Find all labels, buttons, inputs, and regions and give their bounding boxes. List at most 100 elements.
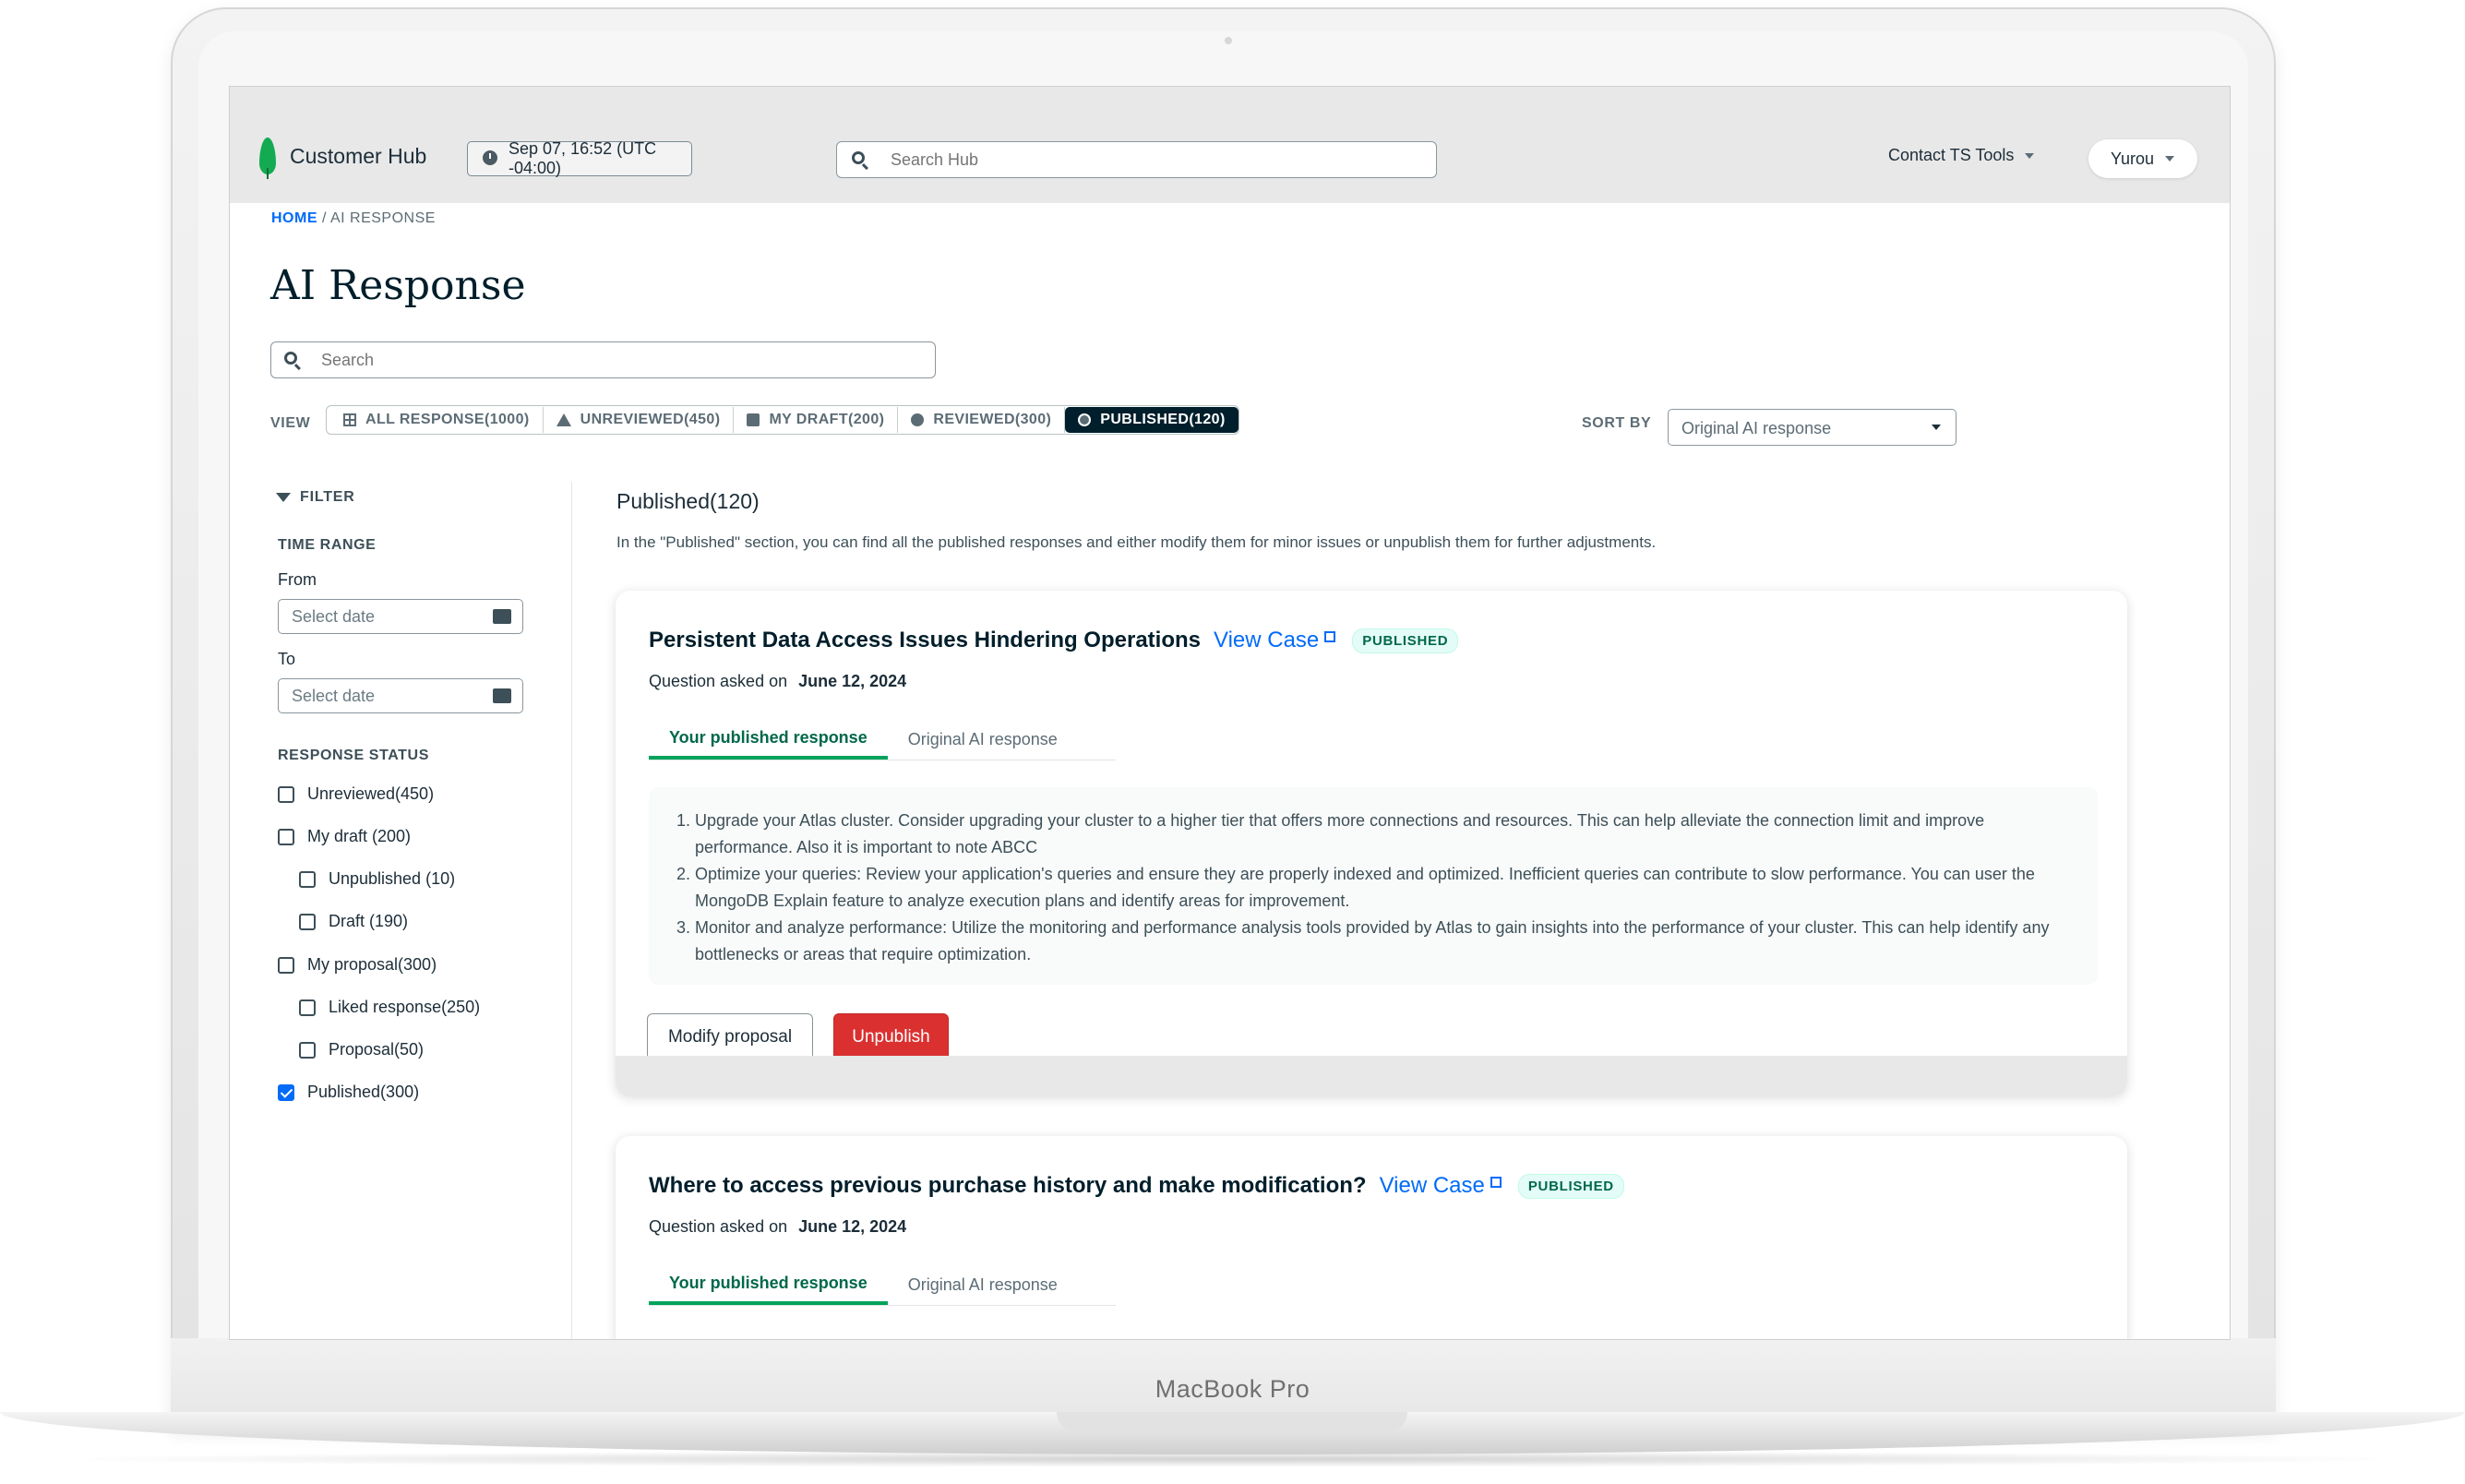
datetime-text: Sep 07, 16:52 (UTC -04:00) xyxy=(509,139,657,177)
page-title: AI Response xyxy=(270,262,526,309)
tab-all-response[interactable]: ALL RESPONSE(1000) xyxy=(330,407,544,433)
brand-name[interactable]: Customer Hub xyxy=(290,144,426,169)
answer-box: Upgrade your Atlas cluster. Consider upg… xyxy=(649,787,2098,985)
breadcrumb-current: AI RESPONSE xyxy=(329,210,436,226)
response-status-heading: RESPONSE STATUS xyxy=(278,748,429,763)
tab-original-ai-response[interactable]: Original AI response xyxy=(888,719,1078,760)
calendar-icon[interactable] xyxy=(493,688,511,703)
card-title-text: Where to access previous purchase histor… xyxy=(649,1173,1367,1198)
check-circle-icon xyxy=(911,413,925,426)
breadcrumb-home[interactable]: HOME xyxy=(271,210,317,226)
checkbox[interactable] xyxy=(278,828,294,845)
chevron-down-icon xyxy=(2025,153,2035,160)
breadcrumb-separator: / xyxy=(321,210,327,226)
card-title-text: Persistent Data Access Issues Hindering … xyxy=(649,628,1201,652)
sort-label: SORT BY xyxy=(1582,415,1652,431)
contact-menu-label: Contact TS Tools xyxy=(1888,146,2015,164)
modify-proposal-button[interactable]: Modify proposal xyxy=(647,1013,813,1061)
tab-published[interactable]: PUBLISHED(120) xyxy=(1065,407,1238,433)
view-case-link[interactable]: View Case xyxy=(1214,628,1336,652)
tab-label: MY DRAFT(200) xyxy=(769,412,885,427)
checkbox-label: Liked response(250) xyxy=(329,998,481,1016)
clock-icon xyxy=(483,150,497,165)
draft-icon xyxy=(747,413,760,426)
response-tabs: Your published response Original AI resp… xyxy=(649,1264,1116,1306)
page-search-input[interactable] xyxy=(319,350,855,371)
user-name: Yurou xyxy=(2111,149,2155,168)
tab-your-published-response[interactable]: Your published response xyxy=(649,719,888,760)
hub-search-input[interactable] xyxy=(889,150,1372,171)
tab-your-published-response[interactable]: Your published response xyxy=(649,1264,888,1305)
answer-item: Monitor and analyze performance: Utilize… xyxy=(695,915,2070,968)
card-footer xyxy=(616,1056,2127,1096)
checkbox[interactable] xyxy=(299,913,316,930)
checkbox-checked[interactable] xyxy=(278,1083,294,1101)
tab-label: ALL RESPONSE(1000) xyxy=(365,412,530,427)
status-checkbox-published[interactable]: Published(300) xyxy=(278,1083,419,1102)
contact-menu[interactable]: Contact TS Tools xyxy=(1888,146,2035,165)
to-date-input[interactable]: Select date xyxy=(278,678,523,713)
status-checkbox-my-draft[interactable]: My draft (200) xyxy=(278,827,411,846)
status-checkbox-liked-response[interactable]: Liked response(250) xyxy=(299,998,480,1017)
answer-list: Upgrade your Atlas cluster. Consider upg… xyxy=(664,808,2070,968)
top-header: Customer Hub Sep 07, 16:52 (UTC -04:00) … xyxy=(230,87,2230,203)
laptop-notch xyxy=(1057,1412,1407,1432)
to-date-placeholder: Select date xyxy=(292,687,376,705)
filter-icon xyxy=(276,492,291,502)
view-case-link[interactable]: View Case xyxy=(1380,1173,1502,1198)
checkbox[interactable] xyxy=(299,870,316,888)
from-date-input[interactable]: Select date xyxy=(278,599,523,634)
checkbox[interactable] xyxy=(299,1041,316,1059)
asked-date: June 12, 2024 xyxy=(798,1217,907,1236)
sort-select[interactable]: Original AI response xyxy=(1668,409,1956,446)
breadcrumb: HOME / AI RESPONSE xyxy=(271,210,436,227)
checkbox-label: My draft (200) xyxy=(307,827,412,845)
tab-unreviewed[interactable]: UNREVIEWED(450) xyxy=(544,407,735,433)
external-link-icon xyxy=(1490,1177,1502,1188)
card-title: Persistent Data Access Issues Hindering … xyxy=(649,628,1459,654)
page-search-box[interactable] xyxy=(270,341,936,378)
user-menu[interactable]: Yurou xyxy=(2088,139,2197,178)
checkbox[interactable] xyxy=(278,785,294,803)
tab-label: PUBLISHED(120) xyxy=(1100,412,1226,427)
grid-icon xyxy=(343,413,356,426)
tab-reviewed[interactable]: REVIEWED(300) xyxy=(898,407,1066,433)
unpublish-button[interactable]: Unpublish xyxy=(833,1013,949,1061)
checkbox[interactable] xyxy=(299,999,316,1016)
chevron-down-icon xyxy=(1932,425,1941,430)
from-label: From xyxy=(278,570,317,589)
calendar-icon[interactable] xyxy=(493,609,511,624)
status-checkbox-my-proposal[interactable]: My proposal(300) xyxy=(278,955,437,975)
status-badge: PUBLISHED xyxy=(1352,628,1459,654)
answer-item: Upgrade your Atlas cluster. Consider upg… xyxy=(695,808,2070,861)
status-checkbox-unreviewed[interactable]: Unreviewed(450) xyxy=(278,784,434,804)
tab-my-draft[interactable]: MY DRAFT(200) xyxy=(734,407,899,433)
tab-original-ai-response[interactable]: Original AI response xyxy=(888,1264,1078,1305)
view-case-label: View Case xyxy=(1379,1173,1485,1198)
tab-label: REVIEWED(300) xyxy=(933,412,1052,427)
response-card: Persistent Data Access Issues Hindering … xyxy=(616,591,2127,1096)
chevron-down-icon xyxy=(2165,156,2175,162)
external-link-icon xyxy=(1324,631,1336,642)
checkbox-label: Draft (190) xyxy=(329,912,409,930)
response-card: Where to access previous purchase histor… xyxy=(616,1136,2127,1339)
status-checkbox-unpublished[interactable]: Unpublished (10) xyxy=(299,869,455,889)
checkbox[interactable] xyxy=(278,956,294,974)
datetime-pill: Sep 07, 16:52 (UTC -04:00) xyxy=(467,139,692,177)
app-screen: Customer Hub Sep 07, 16:52 (UTC -04:00) … xyxy=(229,86,2231,1340)
from-date-placeholder: Select date xyxy=(292,607,376,626)
tab-label: UNREVIEWED(450) xyxy=(580,412,721,427)
sidebar-divider xyxy=(571,482,572,1339)
status-badge: PUBLISHED xyxy=(1517,1174,1624,1200)
time-range-heading: TIME RANGE xyxy=(278,537,377,553)
hub-search-box[interactable] xyxy=(836,141,1437,178)
checkbox-label: Proposal(50) xyxy=(329,1040,425,1059)
device-label: MacBook Pro xyxy=(1155,1375,1310,1403)
camera-icon xyxy=(1225,37,1232,44)
sort-selected-value: Original AI response xyxy=(1681,419,1832,437)
status-checkbox-draft[interactable]: Draft (190) xyxy=(299,912,408,931)
status-checkbox-proposal[interactable]: Proposal(50) xyxy=(299,1040,424,1059)
checkbox-label: Unpublished (10) xyxy=(329,869,456,888)
search-icon xyxy=(284,352,297,365)
view-label: VIEW xyxy=(270,415,311,431)
